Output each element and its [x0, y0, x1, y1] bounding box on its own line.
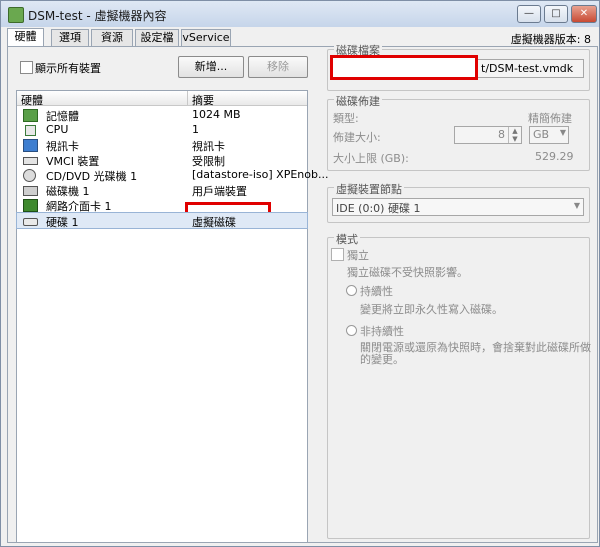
hardware-row-cpu[interactable]: CPU 1 [17, 122, 307, 137]
cpu-icon [25, 125, 36, 136]
nonpersistent-radio[interactable] [346, 325, 357, 336]
mode-legend: 模式 [334, 231, 360, 247]
close-button[interactable]: ✕ [571, 5, 597, 23]
vm-version: 虛擬機器版本: 8 [510, 33, 591, 46]
hardware-row-cdrom[interactable]: CD/DVD 光碟機 1 [datastore-iso] XPEnob... [17, 167, 328, 183]
harddisk-icon [23, 218, 38, 226]
provisioning-legend: 磁碟佈建 [334, 93, 382, 109]
redaction-box [330, 55, 478, 80]
hardware-row-memory[interactable]: 記憶體 1024 MB [17, 107, 307, 123]
vdev-select[interactable]: IDE (0:0) 硬碟 1 ▼ [332, 198, 584, 216]
chevron-down-icon: ▼ [559, 128, 566, 137]
persistent-label: 持續性 [360, 285, 393, 298]
hardware-row-harddisk[interactable]: 硬碟 1 虛擬磁碟 [16, 212, 308, 229]
unit-select[interactable]: GB ▼ [529, 126, 569, 144]
max-size-value: 529.29 [535, 150, 574, 163]
type-value: 精簡佈建 [528, 112, 572, 125]
memory-icon [23, 109, 38, 122]
hardware-row-floppy[interactable]: 磁碟機 1 用戶端裝置 [17, 182, 307, 198]
tab-options[interactable]: 選項 [51, 29, 89, 47]
window-title: DSM-test - 虛擬機器內容 [28, 9, 167, 23]
independent-desc: 獨立磁碟不受快照影響。 [347, 266, 468, 279]
title-bar: DSM-test - 虛擬機器內容 — □ ✕ [1, 1, 599, 27]
nic-icon [23, 199, 38, 212]
show-all-label: 顯示所有裝置 [35, 62, 101, 75]
vmci-icon [23, 157, 38, 165]
col-hardware[interactable]: 硬體 [21, 92, 43, 108]
properties-window: DSM-test - 虛擬機器內容 — □ ✕ 硬體 選項 資源 設定檔 vSe… [0, 0, 600, 547]
persistent-radio[interactable] [346, 285, 357, 296]
cd-icon [23, 169, 36, 182]
size-spinner[interactable]: 8 ▲ ▼ [454, 126, 522, 144]
tab-resources[interactable]: 資源 [91, 29, 133, 47]
hardware-row-video[interactable]: 視訊卡 視訊卡 [17, 137, 307, 153]
tab-hardware[interactable]: 硬體 [7, 28, 44, 47]
type-label: 類型: [333, 112, 359, 125]
hardware-panel: 顯示所有裝置 新增... 移除 硬體 摘要 記憶體 1024 MB CPU 1 … [7, 42, 598, 543]
tab-vservice[interactable]: vService [181, 29, 231, 47]
chevron-down-icon: ▼ [573, 201, 580, 210]
hardware-row-vmci[interactable]: VMCI 裝置 受限制 [17, 152, 307, 168]
minimize-button[interactable]: — [517, 5, 541, 23]
maximize-button[interactable]: □ [544, 5, 568, 23]
persistent-desc: 變更將立即永久性寫入磁碟。 [360, 303, 503, 316]
vm-icon [8, 7, 24, 23]
nonpersistent-label: 非持續性 [360, 325, 404, 338]
vdev-legend: 虛擬裝置節點 [334, 181, 404, 197]
hardware-list: 硬體 摘要 記憶體 1024 MB CPU 1 視訊卡 視訊卡 VMCI 裝置 … [16, 90, 328, 543]
independent-checkbox[interactable] [331, 248, 344, 261]
display-icon [23, 139, 38, 152]
show-all-checkbox[interactable] [20, 61, 33, 74]
col-summary[interactable]: 摘要 [192, 92, 214, 108]
nonpersistent-desc-line2: 的變更。 [360, 353, 404, 366]
max-size-label: 大小上限 (GB): [333, 152, 409, 165]
size-label: 佈建大小: [333, 131, 381, 144]
spinner-arrows-icon: ▲ ▼ [508, 127, 521, 143]
independent-label: 獨立 [347, 249, 369, 262]
tab-profiles[interactable]: 設定檔 [135, 29, 179, 47]
list-header: 硬體 摘要 [17, 91, 307, 108]
add-button[interactable]: 新增... [178, 56, 244, 78]
remove-button[interactable]: 移除 [248, 56, 308, 78]
floppy-icon [23, 186, 38, 196]
